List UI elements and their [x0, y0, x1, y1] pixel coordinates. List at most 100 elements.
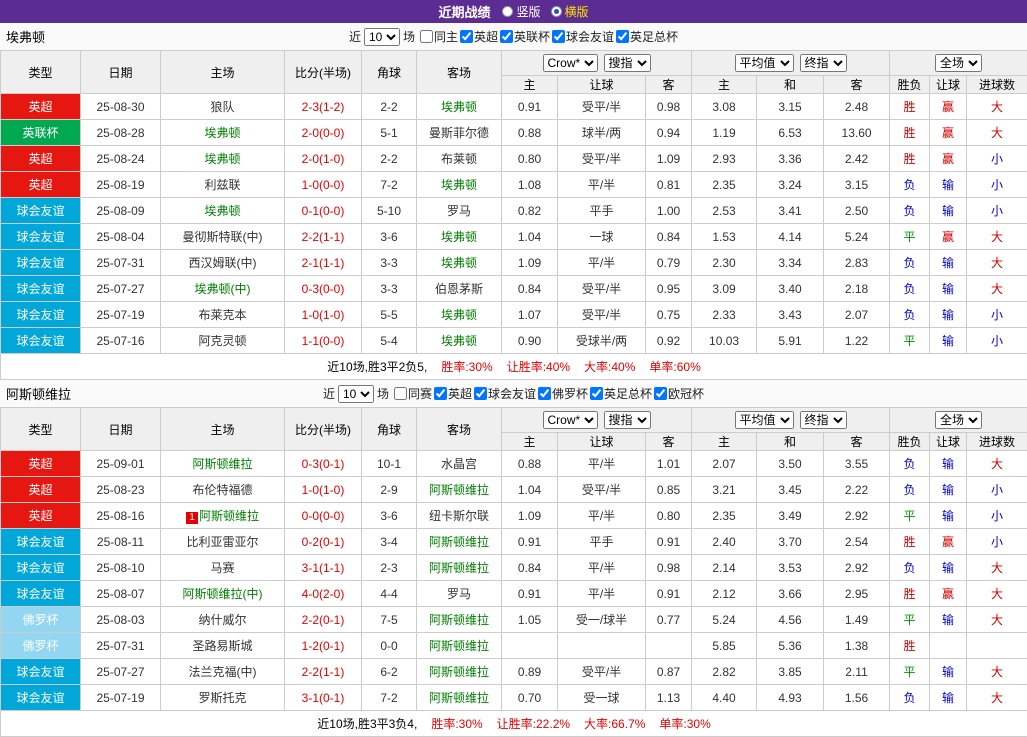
away-team[interactable]: 布莱顿: [417, 146, 502, 172]
match-row[interactable]: 球会友谊 25-07-27 埃弗顿(中) 0-3(0-0) 3-3 伯恩茅斯 0…: [1, 276, 1027, 302]
away-team[interactable]: 阿斯顿维拉: [417, 633, 502, 659]
filter-checkbox[interactable]: 英足总杯: [590, 385, 652, 402]
filter-checkbox[interactable]: 佛罗杯: [538, 385, 588, 402]
score[interactable]: 0-2(0-1): [285, 529, 362, 555]
away-team[interactable]: 阿斯顿维拉: [417, 529, 502, 555]
match-row[interactable]: 英超 25-08-23 布伦特福德 1-0(1-0) 2-9 阿斯顿维拉 1.0…: [1, 477, 1027, 503]
away-team[interactable]: 埃弗顿: [417, 172, 502, 198]
home-team[interactable]: 埃弗顿(中): [161, 276, 285, 302]
recent-count-select[interactable]: 10: [338, 385, 374, 403]
radio-icon[interactable]: [551, 6, 562, 17]
checkbox-input[interactable]: [434, 387, 447, 400]
odds-provider-select[interactable]: Crow*: [543, 54, 598, 72]
score[interactable]: 3-1(0-1): [285, 685, 362, 711]
filter-checkbox[interactable]: 同主: [420, 28, 458, 45]
final-select[interactable]: 终指: [800, 411, 847, 429]
score[interactable]: 2-1(1-1): [285, 250, 362, 276]
checkbox-input[interactable]: [394, 387, 407, 400]
home-team[interactable]: 埃弗顿: [161, 146, 285, 172]
score[interactable]: 2-2(0-1): [285, 607, 362, 633]
home-team[interactable]: 阿斯顿维拉: [161, 451, 285, 477]
home-team[interactable]: 曼彻斯特联(中): [161, 224, 285, 250]
home-team[interactable]: 阿克灵顿: [161, 328, 285, 354]
home-team[interactable]: 罗斯托克: [161, 685, 285, 711]
home-team[interactable]: 阿斯顿维拉(中): [161, 581, 285, 607]
match-row[interactable]: 英联杯 25-08-28 埃弗顿 2-0(0-0) 5-1 曼斯菲尔德 0.88…: [1, 120, 1027, 146]
match-row[interactable]: 球会友谊 25-07-19 布莱克本 1-0(1-0) 5-5 埃弗顿 1.07…: [1, 302, 1027, 328]
avg-select[interactable]: 平均值: [735, 411, 794, 429]
away-team[interactable]: 纽卡斯尔联: [417, 503, 502, 529]
match-row[interactable]: 球会友谊 25-08-04 曼彻斯特联(中) 2-2(1-1) 3-6 埃弗顿 …: [1, 224, 1027, 250]
match-row[interactable]: 英超 25-08-19 利兹联 1-0(0-0) 7-2 埃弗顿 1.08 平/…: [1, 172, 1027, 198]
score[interactable]: 2-2(1-1): [285, 659, 362, 685]
odds-mode-select[interactable]: 搜指: [604, 411, 651, 429]
checkbox-input[interactable]: [500, 30, 513, 43]
scope-select[interactable]: 全场: [935, 411, 982, 429]
home-team[interactable]: 纳什威尔: [161, 607, 285, 633]
home-team[interactable]: 埃弗顿: [161, 198, 285, 224]
match-row[interactable]: 球会友谊 25-08-10 马赛 3-1(1-1) 2-3 阿斯顿维拉 0.84…: [1, 555, 1027, 581]
home-team[interactable]: 法兰克福(中): [161, 659, 285, 685]
score[interactable]: 1-0(0-0): [285, 172, 362, 198]
away-team[interactable]: 阿斯顿维拉: [417, 659, 502, 685]
away-team[interactable]: 伯恩茅斯: [417, 276, 502, 302]
match-row[interactable]: 佛罗杯 25-07-31 圣路易斯城 1-2(0-1) 0-0 阿斯顿维拉 5.…: [1, 633, 1027, 659]
score[interactable]: 0-1(0-0): [285, 198, 362, 224]
away-team[interactable]: 埃弗顿: [417, 224, 502, 250]
filter-checkbox[interactable]: 英联杯: [500, 28, 550, 45]
filter-checkbox[interactable]: 同赛: [394, 385, 432, 402]
score[interactable]: 2-0(0-0): [285, 120, 362, 146]
checkbox-input[interactable]: [590, 387, 603, 400]
home-team[interactable]: 马赛: [161, 555, 285, 581]
checkbox-input[interactable]: [420, 30, 433, 43]
scope-select[interactable]: 全场: [935, 54, 982, 72]
match-row[interactable]: 佛罗杯 25-08-03 纳什威尔 2-2(0-1) 7-5 阿斯顿维拉 1.0…: [1, 607, 1027, 633]
odds-provider-select[interactable]: Crow*: [543, 411, 598, 429]
home-team[interactable]: 1阿斯顿维拉: [161, 503, 285, 529]
away-team[interactable]: 罗马: [417, 198, 502, 224]
filter-checkbox[interactable]: 英足总杯: [616, 28, 678, 45]
score[interactable]: 2-3(1-2): [285, 94, 362, 120]
home-team[interactable]: 圣路易斯城: [161, 633, 285, 659]
home-team[interactable]: 狼队: [161, 94, 285, 120]
filter-checkbox[interactable]: 球会友谊: [474, 385, 536, 402]
away-team[interactable]: 埃弗顿: [417, 94, 502, 120]
score[interactable]: 2-0(1-0): [285, 146, 362, 172]
score[interactable]: 4-0(2-0): [285, 581, 362, 607]
score[interactable]: 0-0(0-0): [285, 503, 362, 529]
home-team[interactable]: 比利亚雷亚尔: [161, 529, 285, 555]
score[interactable]: 1-2(0-1): [285, 633, 362, 659]
version-option[interactable]: 竖版: [502, 3, 540, 20]
match-row[interactable]: 球会友谊 25-07-27 法兰克福(中) 2-2(1-1) 6-2 阿斯顿维拉…: [1, 659, 1027, 685]
away-team[interactable]: 曼斯菲尔德: [417, 120, 502, 146]
score[interactable]: 1-0(1-0): [285, 302, 362, 328]
recent-count-select[interactable]: 10: [364, 28, 400, 46]
away-team[interactable]: 埃弗顿: [417, 328, 502, 354]
final-select[interactable]: 终指: [800, 54, 847, 72]
home-team[interactable]: 布伦特福德: [161, 477, 285, 503]
home-team[interactable]: 埃弗顿: [161, 120, 285, 146]
away-team[interactable]: 埃弗顿: [417, 250, 502, 276]
away-team[interactable]: 阿斯顿维拉: [417, 607, 502, 633]
checkbox-input[interactable]: [538, 387, 551, 400]
away-team[interactable]: 埃弗顿: [417, 302, 502, 328]
match-row[interactable]: 英超 25-08-24 埃弗顿 2-0(1-0) 2-2 布莱顿 0.80 受平…: [1, 146, 1027, 172]
filter-checkbox[interactable]: 英超: [434, 385, 472, 402]
match-row[interactable]: 球会友谊 25-07-31 西汉姆联(中) 2-1(1-1) 3-3 埃弗顿 1…: [1, 250, 1027, 276]
score[interactable]: 1-1(0-0): [285, 328, 362, 354]
avg-select[interactable]: 平均值: [735, 54, 794, 72]
away-team[interactable]: 阿斯顿维拉: [417, 477, 502, 503]
home-team[interactable]: 西汉姆联(中): [161, 250, 285, 276]
match-row[interactable]: 球会友谊 25-08-11 比利亚雷亚尔 0-2(0-1) 3-4 阿斯顿维拉 …: [1, 529, 1027, 555]
score[interactable]: 0-3(0-0): [285, 276, 362, 302]
match-row[interactable]: 球会友谊 25-07-19 罗斯托克 3-1(0-1) 7-2 阿斯顿维拉 0.…: [1, 685, 1027, 711]
away-team[interactable]: 阿斯顿维拉: [417, 685, 502, 711]
filter-checkbox[interactable]: 欧冠杯: [654, 385, 704, 402]
filter-checkbox[interactable]: 英超: [460, 28, 498, 45]
checkbox-input[interactable]: [460, 30, 473, 43]
checkbox-input[interactable]: [616, 30, 629, 43]
checkbox-input[interactable]: [552, 30, 565, 43]
filter-checkbox[interactable]: 球会友谊: [552, 28, 614, 45]
checkbox-input[interactable]: [654, 387, 667, 400]
score[interactable]: 0-3(0-1): [285, 451, 362, 477]
